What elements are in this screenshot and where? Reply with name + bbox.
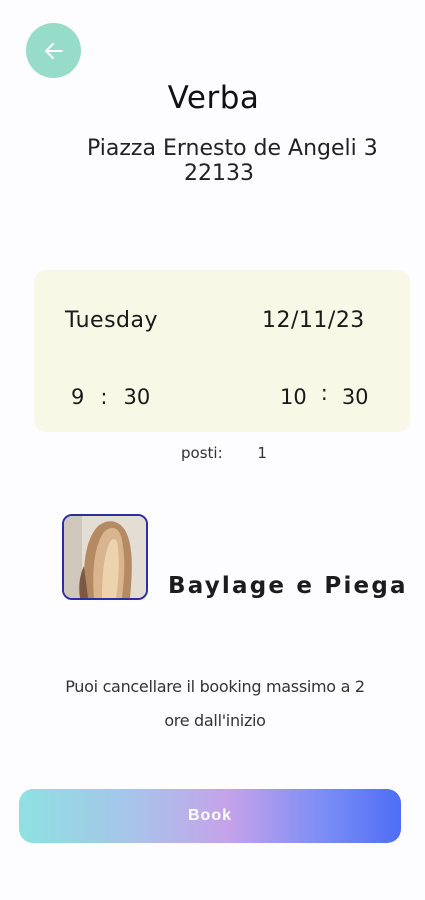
cancellation-note: Puoi cancellare il booking massimo a 2 o… bbox=[30, 670, 400, 738]
venue-address: Piazza Ernesto de Angeli 3 22133 bbox=[87, 136, 378, 186]
start-minute: 30 bbox=[123, 385, 151, 409]
booking-day: Tuesday bbox=[65, 308, 159, 333]
address-zip: 22133 bbox=[184, 161, 254, 186]
seats-info: posti: 1 bbox=[181, 444, 267, 462]
hair-photo bbox=[64, 516, 146, 598]
note-line-2: ore dall'inizio bbox=[164, 711, 266, 730]
service-name: Baylage e Piega bbox=[168, 573, 408, 599]
seats-label: posti: bbox=[181, 444, 223, 462]
booking-date: 12/11/23 bbox=[262, 308, 365, 333]
seats-count: 1 bbox=[257, 444, 267, 462]
venue-name: Verba bbox=[167, 80, 260, 116]
service-image bbox=[62, 514, 148, 600]
address-street: Piazza Ernesto de Angeli 3 bbox=[87, 136, 378, 161]
end-time-separator: : bbox=[320, 381, 328, 405]
booking-card: Tuesday 12/11/23 9 : 30 10 : 30 bbox=[34, 270, 410, 432]
note-line-1: Puoi cancellare il booking massimo a 2 bbox=[65, 677, 365, 696]
start-time-separator: : bbox=[100, 385, 108, 409]
end-minute: 30 bbox=[341, 385, 369, 409]
arrow-left-icon bbox=[44, 42, 63, 59]
end-hour: 10 bbox=[280, 385, 307, 409]
back-button[interactable] bbox=[26, 23, 81, 78]
start-hour: 9 bbox=[71, 385, 85, 409]
start-time: 9 : 30 bbox=[71, 385, 150, 409]
book-button[interactable]: Book bbox=[19, 789, 401, 843]
end-time: 10 : 30 bbox=[280, 381, 369, 409]
